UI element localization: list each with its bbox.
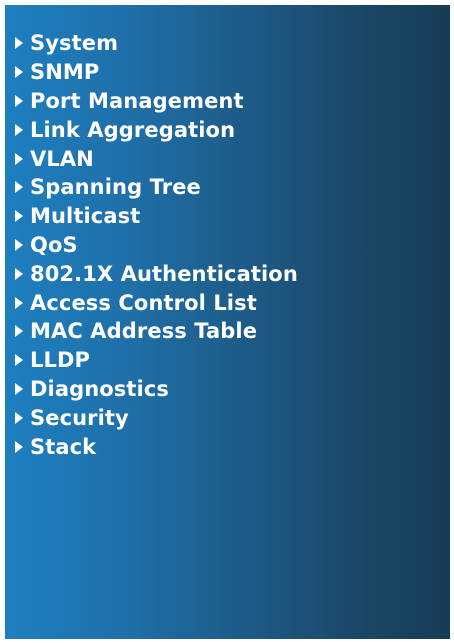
sidebar-item-label: QoS	[30, 232, 78, 257]
sidebar-item-snmp[interactable]: SNMP	[15, 58, 298, 87]
caret-right-icon	[15, 296, 23, 309]
sidebar-item-system[interactable]: System	[15, 29, 298, 58]
sidebar-item-label: Link Aggregation	[30, 117, 236, 142]
sidebar-item-stack[interactable]: Stack	[15, 432, 298, 461]
caret-right-icon	[15, 325, 23, 338]
sidebar-item-label: LLDP	[30, 348, 90, 373]
sidebar-item-access-control-list[interactable]: Access Control List	[15, 288, 298, 317]
sidebar-item-spanning-tree[interactable]: Spanning Tree	[15, 173, 298, 202]
caret-right-icon	[15, 440, 23, 453]
sidebar-item-label: VLAN	[30, 146, 94, 171]
sidebar-item-label: System	[30, 31, 119, 56]
caret-right-icon	[15, 181, 23, 194]
sidebar-item-label: Security	[30, 405, 129, 430]
sidebar-item-label: 802.1X Authentication	[30, 261, 298, 286]
sidebar-menu: System SNMP Port Management Link Aggrega…	[15, 29, 298, 461]
caret-right-icon	[15, 210, 23, 223]
sidebar-navigation: System SNMP Port Management Link Aggrega…	[5, 5, 450, 639]
sidebar-item-label: Spanning Tree	[30, 175, 201, 200]
caret-right-icon	[15, 94, 23, 107]
caret-right-icon	[15, 267, 23, 280]
sidebar-item-mac-address-table[interactable]: MAC Address Table	[15, 317, 298, 346]
sidebar-item-link-aggregation[interactable]: Link Aggregation	[15, 115, 298, 144]
sidebar-item-label: Access Control List	[30, 290, 257, 315]
sidebar-item-qos[interactable]: QoS	[15, 231, 298, 260]
caret-right-icon	[15, 66, 23, 79]
sidebar-item-diagnostics[interactable]: Diagnostics	[15, 375, 298, 404]
caret-right-icon	[15, 123, 23, 136]
caret-right-icon	[15, 238, 23, 251]
sidebar-item-security[interactable]: Security	[15, 403, 298, 432]
app-frame: System SNMP Port Management Link Aggrega…	[0, 0, 454, 643]
sidebar-item-multicast[interactable]: Multicast	[15, 202, 298, 231]
caret-right-icon	[15, 411, 23, 424]
sidebar-item-label: Stack	[30, 434, 97, 459]
sidebar-item-label: MAC Address Table	[30, 319, 258, 344]
sidebar-item-port-management[interactable]: Port Management	[15, 87, 298, 116]
caret-right-icon	[15, 37, 23, 50]
caret-right-icon	[15, 354, 23, 367]
sidebar-item-label: SNMP	[30, 60, 100, 85]
sidebar-item-8021x-authentication[interactable]: 802.1X Authentication	[15, 259, 298, 288]
sidebar-item-lldp[interactable]: LLDP	[15, 346, 298, 375]
sidebar-item-label: Diagnostics	[30, 376, 169, 401]
sidebar-item-vlan[interactable]: VLAN	[15, 144, 298, 173]
caret-right-icon	[15, 152, 23, 165]
caret-right-icon	[15, 382, 23, 395]
sidebar-item-label: Port Management	[30, 88, 244, 113]
sidebar-item-label: Multicast	[30, 204, 141, 229]
